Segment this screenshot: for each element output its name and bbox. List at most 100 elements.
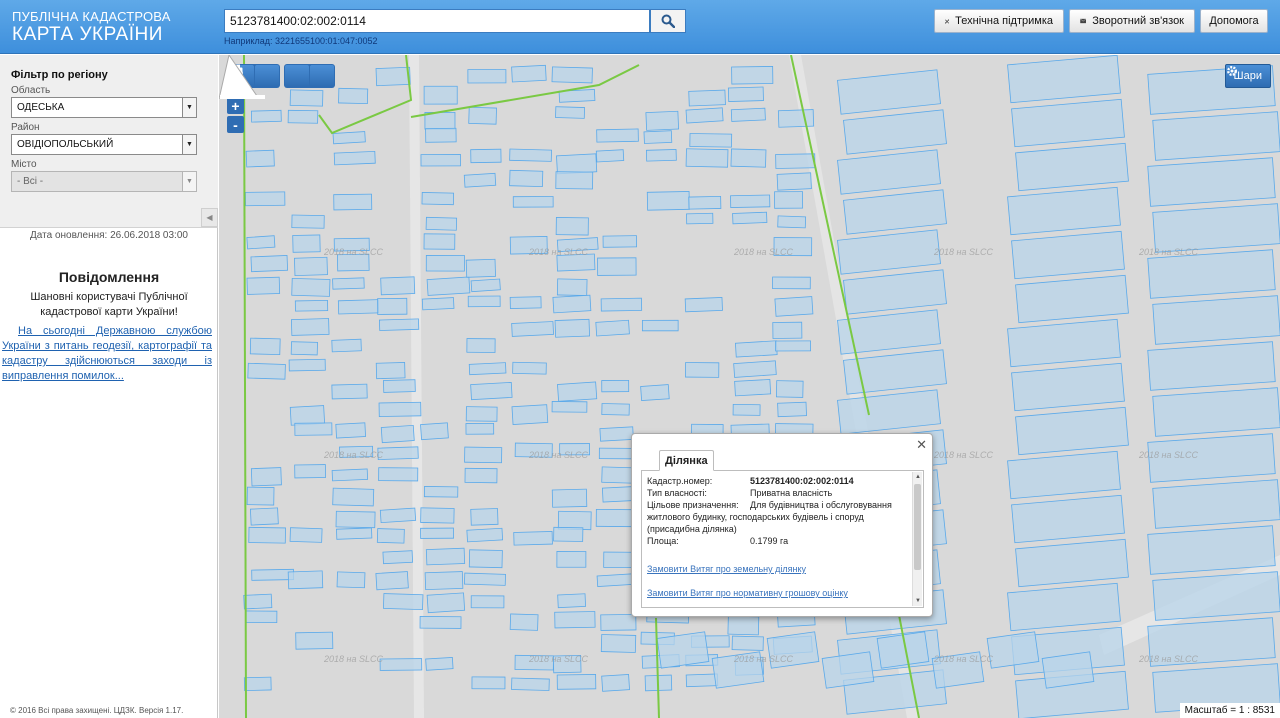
watermark-text: 2018 на SLCC bbox=[528, 654, 588, 664]
feedback-button[interactable]: Зворотний зв'язок bbox=[1069, 9, 1195, 33]
oblast-select[interactable]: ОДЕСЬКА ▼ bbox=[11, 97, 197, 118]
land-parcel bbox=[470, 278, 501, 293]
land-parcel bbox=[421, 192, 455, 206]
collapse-sidebar-button[interactable]: ◀ bbox=[201, 208, 218, 227]
scroll-thumb[interactable] bbox=[914, 484, 921, 570]
land-parcel bbox=[287, 109, 319, 124]
land-parcel bbox=[289, 89, 324, 107]
ownership-value: Приватна власність bbox=[750, 488, 833, 498]
watermark-text: 2018 на SLCC bbox=[528, 450, 588, 460]
popup-scrollbar[interactable]: ▲ ▼ bbox=[912, 472, 922, 606]
land-parcel bbox=[250, 109, 282, 123]
land-parcel bbox=[338, 87, 369, 105]
map-canvas[interactable]: 2018 на SLCC 2018 на SLCC 2018 на SLCC 2018… bbox=[219, 55, 1280, 718]
oblast-value: ОДЕСЬКА bbox=[17, 102, 65, 113]
land-parcel bbox=[843, 269, 947, 315]
land-parcel bbox=[600, 297, 643, 312]
tab-parcel[interactable]: Ділянка bbox=[659, 450, 714, 471]
land-parcel bbox=[603, 551, 633, 569]
land-parcel bbox=[1007, 318, 1121, 368]
land-parcel bbox=[468, 362, 507, 376]
land-parcel bbox=[685, 673, 719, 688]
land-parcel bbox=[837, 69, 941, 115]
land-parcel bbox=[383, 379, 416, 393]
watermark-text: 2018 на SLCC bbox=[733, 247, 793, 257]
land-parcel bbox=[245, 149, 275, 168]
land-parcel bbox=[555, 171, 594, 190]
brand-logo[interactable]: ПУБЛІЧНА КАДАСТРОВА КАРТА УКРАЇНИ bbox=[12, 10, 171, 44]
land-parcel bbox=[640, 384, 670, 402]
land-parcel bbox=[291, 277, 331, 297]
land-parcel bbox=[375, 66, 411, 87]
search-input[interactable] bbox=[224, 9, 650, 33]
zoom-in-button[interactable]: + bbox=[227, 97, 244, 114]
land-parcel bbox=[335, 510, 376, 529]
order-parcel-extract-link[interactable]: Замовити Витяг про земельну ділянку bbox=[647, 563, 907, 575]
land-parcel bbox=[470, 508, 499, 526]
identify-button[interactable]: ? bbox=[231, 65, 334, 87]
boundary-line bbox=[243, 55, 247, 718]
land-parcel bbox=[331, 338, 362, 353]
land-parcel bbox=[509, 296, 542, 309]
rayon-select[interactable]: ОВІДІОПОЛЬСЬКИЙ ▼ bbox=[11, 134, 197, 155]
close-icon[interactable]: ✕ bbox=[916, 437, 927, 453]
land-parcel bbox=[290, 341, 318, 356]
land-parcel bbox=[377, 446, 419, 461]
chevron-down-icon: ▼ bbox=[182, 135, 196, 154]
land-parcel bbox=[1152, 479, 1280, 529]
land-parcel bbox=[245, 610, 278, 624]
land-parcel bbox=[464, 446, 503, 464]
layers-label: Шари bbox=[1233, 70, 1262, 82]
land-parcel bbox=[512, 196, 554, 208]
order-valuation-extract-link[interactable]: Замовити Витяг про нормативну грошову оц… bbox=[647, 587, 907, 599]
land-parcel bbox=[1015, 142, 1129, 192]
land-parcel bbox=[290, 318, 330, 336]
scroll-down-icon[interactable]: ▼ bbox=[913, 596, 923, 606]
land-parcel bbox=[250, 467, 282, 487]
land-parcel bbox=[555, 106, 586, 119]
land-parcel bbox=[291, 214, 325, 229]
land-parcel bbox=[602, 235, 638, 248]
land-parcel bbox=[1015, 406, 1129, 456]
land-parcel bbox=[686, 212, 714, 225]
search-area: Наприклад: 3221655100:01:047:0052 bbox=[224, 9, 686, 46]
land-parcel bbox=[730, 148, 767, 168]
land-parcel bbox=[251, 568, 295, 581]
land-parcel bbox=[600, 634, 637, 653]
brand-line1: ПУБЛІЧНА КАДАСТРОВА bbox=[12, 9, 171, 24]
city-select[interactable]: - Всі - ▼ bbox=[11, 171, 197, 192]
layers-button[interactable]: Шари bbox=[1224, 64, 1271, 88]
land-parcel bbox=[332, 277, 365, 290]
land-parcel bbox=[645, 149, 677, 162]
land-parcel bbox=[775, 153, 816, 169]
land-parcel bbox=[423, 85, 458, 105]
land-parcel bbox=[511, 321, 554, 337]
land-parcel bbox=[247, 362, 286, 380]
watermark-text: 2018 на SLCC bbox=[733, 654, 793, 664]
land-parcel bbox=[295, 631, 334, 650]
support-button[interactable]: Технічна підтримка bbox=[934, 9, 1064, 33]
cadastral-label: Кадастр.номер: bbox=[647, 476, 713, 486]
land-parcel bbox=[556, 551, 587, 568]
land-parcel bbox=[1147, 341, 1276, 391]
land-parcel bbox=[243, 676, 272, 692]
land-parcel bbox=[730, 107, 766, 122]
land-parcel bbox=[1152, 111, 1280, 161]
help-button[interactable]: Допомога bbox=[1200, 9, 1268, 33]
land-parcel bbox=[379, 318, 420, 331]
scroll-up-icon[interactable]: ▲ bbox=[913, 472, 923, 482]
cadastral-map[interactable]: 2018 на SLCC 2018 на SLCC 2018 на SLCC 2018… bbox=[219, 55, 1280, 718]
land-parcel bbox=[465, 406, 498, 422]
sidebar: Фільтр по регіону Область ОДЕСЬКА ▼ Райо… bbox=[0, 55, 218, 718]
land-parcel bbox=[1147, 157, 1276, 207]
print-button[interactable] bbox=[229, 64, 309, 87]
land-parcel bbox=[511, 677, 550, 691]
news-link[interactable]: На сьогодні Державною службою України з … bbox=[2, 324, 212, 384]
land-parcel bbox=[1007, 450, 1121, 500]
land-parcel bbox=[289, 405, 326, 426]
land-parcel bbox=[470, 595, 505, 609]
land-parcel bbox=[245, 191, 286, 207]
land-parcel bbox=[377, 297, 408, 315]
search-button[interactable] bbox=[650, 9, 686, 33]
zoom-out-button[interactable]: - bbox=[227, 116, 244, 133]
